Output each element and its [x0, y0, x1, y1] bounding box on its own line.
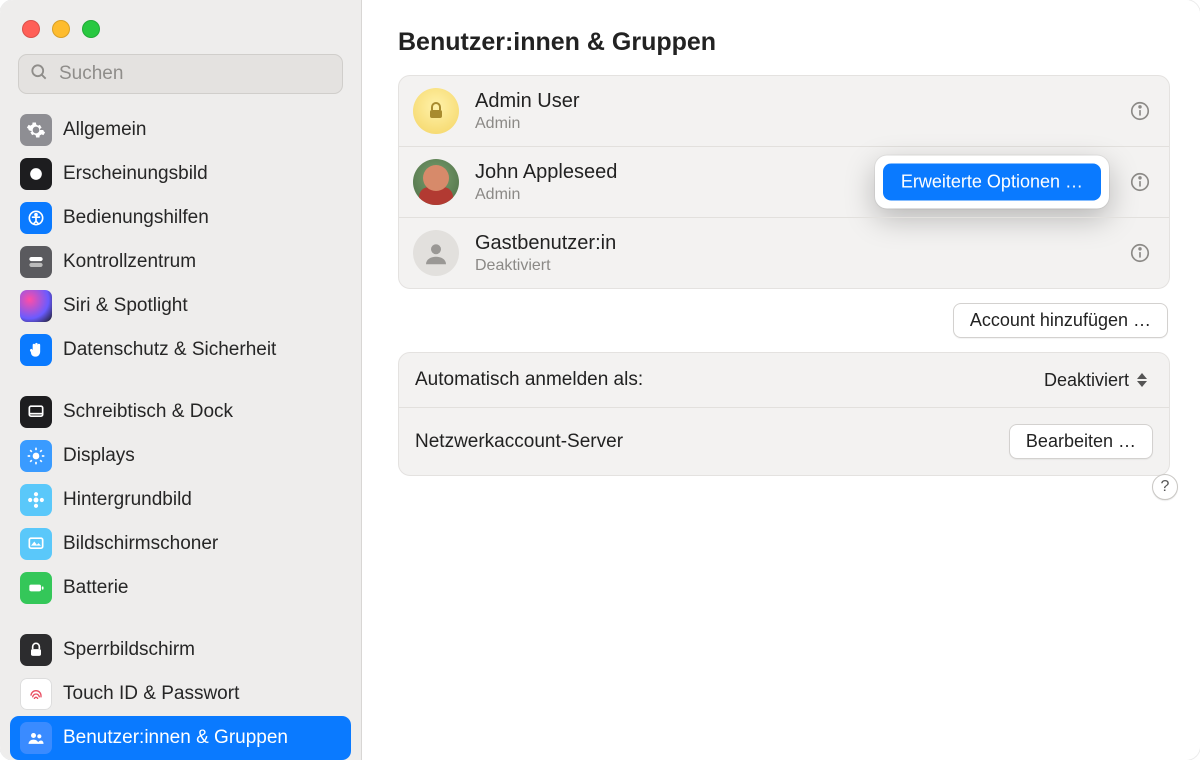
- sidebar: Allgemein Erscheinungsbild Bedienungshil…: [0, 0, 362, 760]
- window-controls: [0, 10, 361, 54]
- sidebar-item-label: Batterie: [63, 577, 128, 599]
- sidebar-item-label: Displays: [63, 445, 135, 467]
- sidebar-item-label: Schreibtisch & Dock: [63, 401, 233, 423]
- avatar: [413, 88, 459, 134]
- accessibility-icon: [20, 202, 52, 234]
- info-button[interactable]: [1127, 98, 1153, 124]
- add-account-button[interactable]: Account hinzufügen …: [953, 303, 1168, 338]
- sidebar-item-siri[interactable]: Siri & Spotlight: [10, 284, 351, 328]
- user-role: Admin: [475, 115, 579, 133]
- sidebar-item-screensaver[interactable]: Bildschirmschoner: [10, 522, 351, 566]
- sidebar-item-label: Benutzer:innen & Gruppen: [63, 727, 288, 749]
- settings-window: Allgemein Erscheinungsbild Bedienungshil…: [0, 0, 1200, 760]
- sidebar-item-label: Allgemein: [63, 119, 146, 141]
- sidebar-item-label: Bildschirmschoner: [63, 533, 218, 555]
- info-button[interactable]: [1127, 240, 1153, 266]
- user-role: Admin: [475, 186, 617, 204]
- sidebar-item-control-center[interactable]: Kontrollzentrum: [10, 240, 351, 284]
- user-row[interactable]: Gastbenutzer:in Deaktiviert: [399, 217, 1169, 288]
- fullscreen-window-button[interactable]: [82, 20, 100, 38]
- sidebar-item-users-groups[interactable]: Benutzer:innen & Gruppen: [10, 716, 351, 760]
- lock-icon: [20, 634, 52, 666]
- sidebar-item-label: Datenschutz & Sicherheit: [63, 339, 276, 361]
- auto-login-select[interactable]: Deaktiviert: [1044, 369, 1153, 391]
- login-settings: Automatisch anmelden als: Deaktiviert Ne…: [398, 352, 1170, 476]
- sidebar-item-general[interactable]: Allgemein: [10, 108, 351, 152]
- fingerprint-icon: [20, 678, 52, 710]
- auto-login-row: Automatisch anmelden als: Deaktiviert: [399, 353, 1169, 407]
- sidebar-item-label: Kontrollzentrum: [63, 251, 196, 273]
- search-field[interactable]: [18, 54, 343, 94]
- user-row[interactable]: John Appleseed Admin Erweiterte Optionen…: [399, 146, 1169, 217]
- context-popover: Erweiterte Optionen …: [875, 156, 1109, 209]
- minimize-window-button[interactable]: [52, 20, 70, 38]
- screensaver-icon: [20, 528, 52, 560]
- avatar: [413, 230, 459, 276]
- sidebar-item-touchid[interactable]: Touch ID & Passwort: [10, 672, 351, 716]
- siri-icon: [20, 290, 52, 322]
- help-button[interactable]: ?: [1152, 474, 1178, 500]
- network-server-row: Netzwerkaccount-Server Bearbeiten …: [399, 407, 1169, 475]
- hand-icon: [20, 334, 52, 366]
- search-icon: [29, 62, 49, 87]
- appearance-icon: [20, 158, 52, 190]
- info-button[interactable]: [1127, 169, 1153, 195]
- close-window-button[interactable]: [22, 20, 40, 38]
- user-name: Gastbenutzer:in: [475, 232, 616, 255]
- user-role: Deaktiviert: [475, 257, 616, 275]
- page-title: Benutzer:innen & Gruppen: [398, 28, 1170, 57]
- sidebar-item-battery[interactable]: Batterie: [10, 566, 351, 610]
- brightness-icon: [20, 440, 52, 472]
- user-name: John Appleseed: [475, 161, 617, 184]
- auto-login-value: Deaktiviert: [1044, 370, 1129, 391]
- sidebar-item-label: Bedienungshilfen: [63, 207, 209, 229]
- user-row[interactable]: Admin User Admin: [399, 76, 1169, 146]
- sidebar-item-lockscreen[interactable]: Sperrbildschirm: [10, 628, 351, 672]
- sidebar-item-label: Hintergrundbild: [63, 489, 192, 511]
- battery-icon: [20, 572, 52, 604]
- sidebar-item-accessibility[interactable]: Bedienungshilfen: [10, 196, 351, 240]
- flower-icon: [20, 484, 52, 516]
- sidebar-item-label: Sperrbildschirm: [63, 639, 195, 661]
- sidebar-item-appearance[interactable]: Erscheinungsbild: [10, 152, 351, 196]
- sidebar-list: Allgemein Erscheinungsbild Bedienungshil…: [0, 102, 361, 760]
- sidebar-item-desktop-dock[interactable]: Schreibtisch & Dock: [10, 390, 351, 434]
- sidebar-item-privacy[interactable]: Datenschutz & Sicherheit: [10, 328, 351, 372]
- network-server-label: Netzwerkaccount-Server: [415, 431, 623, 453]
- dock-icon: [20, 396, 52, 428]
- sidebar-item-wallpaper[interactable]: Hintergrundbild: [10, 478, 351, 522]
- sidebar-item-label: Touch ID & Passwort: [63, 683, 239, 705]
- sidebar-item-displays[interactable]: Displays: [10, 434, 351, 478]
- gear-icon: [20, 114, 52, 146]
- switches-icon: [20, 246, 52, 278]
- search-input[interactable]: [59, 63, 332, 85]
- chevron-up-down-icon: [1137, 369, 1153, 391]
- avatar: [413, 159, 459, 205]
- main-content: Benutzer:innen & Gruppen Admin User Admi…: [362, 0, 1200, 760]
- user-list: Admin User Admin John Appleseed Admin Er…: [398, 75, 1170, 289]
- advanced-options-button[interactable]: Erweiterte Optionen …: [883, 164, 1101, 201]
- sidebar-item-label: Siri & Spotlight: [63, 295, 188, 317]
- users-icon: [20, 722, 52, 754]
- user-name: Admin User: [475, 90, 579, 113]
- sidebar-item-label: Erscheinungsbild: [63, 163, 208, 185]
- edit-network-server-button[interactable]: Bearbeiten …: [1009, 424, 1153, 459]
- auto-login-label: Automatisch anmelden als:: [415, 369, 643, 391]
